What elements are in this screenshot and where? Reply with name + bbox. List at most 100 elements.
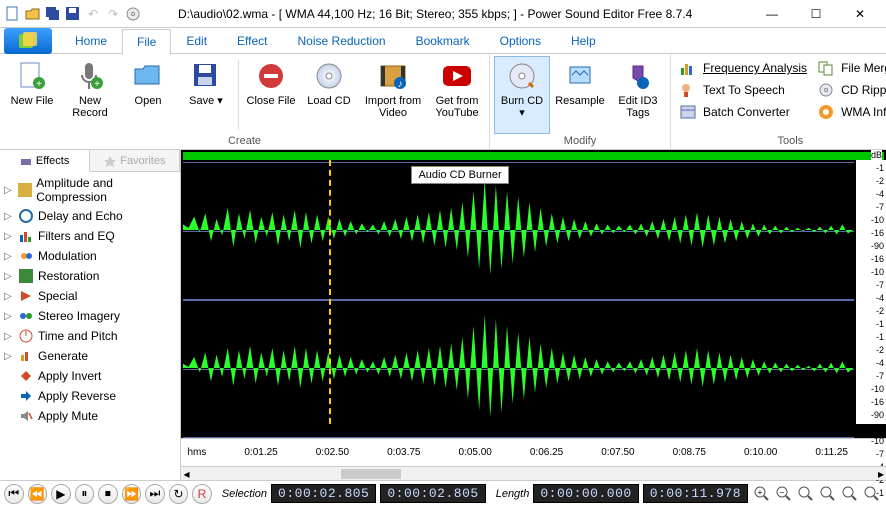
menu-effect[interactable]: Effect: [222, 28, 282, 54]
zoom-out-button[interactable]: −: [774, 484, 794, 504]
menu-noise-reduction[interactable]: Noise Reduction: [283, 28, 401, 54]
get-youtube-button[interactable]: Get from YouTube: [429, 56, 485, 134]
tree-item[interactable]: ▷Apply Mute: [0, 406, 180, 426]
load-cd-button[interactable]: Load CD: [301, 56, 357, 134]
zoom-fit-button[interactable]: [796, 484, 816, 504]
new-record-label: New Record: [65, 95, 115, 119]
sidebar-tab-effects[interactable]: Effects: [0, 150, 90, 172]
cd-ripper-button[interactable]: CD Ripper: [815, 80, 886, 100]
invert-icon: [18, 368, 34, 384]
selection-overview[interactable]: [183, 152, 884, 160]
ribbon-group-tools: Frequency Analysis Text To Speech Batch …: [671, 54, 886, 149]
tree-item[interactable]: ▷Filters and EQ: [0, 226, 180, 246]
menu-home[interactable]: Home: [60, 28, 122, 54]
resample-button[interactable]: Resample: [552, 56, 608, 134]
new-file-button[interactable]: +New File: [4, 56, 60, 134]
minimize-button[interactable]: —: [750, 0, 794, 28]
tree-item[interactable]: ▷Generate: [0, 346, 180, 366]
menu-file[interactable]: File: [122, 29, 171, 55]
get-youtube-label: Get from YouTube: [432, 95, 482, 119]
svg-text:+: +: [36, 79, 42, 90]
zoom-selection-button[interactable]: [818, 484, 838, 504]
ribbon-group-modify: Burn CD ▾ Resample Edit ID3 Tags Modify: [490, 54, 671, 149]
cd-icon[interactable]: [124, 5, 142, 23]
horizontal-scrollbar[interactable]: ◂ ▸: [181, 466, 886, 480]
waveform-area[interactable]: dB Audio CD Burner -1-2-4-7-10-16-90-16-…: [181, 150, 886, 480]
record-button[interactable]: R: [192, 484, 212, 504]
tree-item[interactable]: ▷Special: [0, 286, 180, 306]
frequency-analysis-label: Frequency Analysis: [703, 61, 807, 75]
loop-button[interactable]: ↻: [169, 484, 189, 504]
open-label: Open: [135, 95, 162, 107]
sidebar-tab-favorites[interactable]: Favorites: [90, 150, 180, 171]
skip-end-button[interactable]: ⏭: [145, 484, 165, 504]
filters-icon: [18, 228, 34, 244]
play-button[interactable]: ▶: [51, 484, 71, 504]
close-file-label: Close File: [247, 95, 296, 107]
open-icon[interactable]: [24, 5, 42, 23]
maximize-button[interactable]: ☐: [794, 0, 838, 28]
menu-bookmark[interactable]: Bookmark: [401, 28, 485, 54]
undo-icon[interactable]: ↶: [84, 5, 102, 23]
frequency-analysis-button[interactable]: Frequency Analysis: [677, 58, 809, 78]
tree-item[interactable]: ▷Restoration: [0, 266, 180, 286]
length-start-time: 0:00:00.000: [533, 484, 638, 503]
text-to-speech-button[interactable]: Text To Speech: [677, 80, 809, 100]
playhead-cursor[interactable]: [329, 160, 331, 424]
rewind-button[interactable]: ⏪: [28, 484, 48, 504]
redo-icon[interactable]: ↷: [104, 5, 122, 23]
new-record-button[interactable]: +New Record: [62, 56, 118, 134]
resample-label: Resample: [555, 95, 605, 107]
menu-edit[interactable]: Edit: [171, 28, 222, 54]
file-merger-button[interactable]: File Merger: [815, 58, 886, 78]
batch-converter-button[interactable]: Batch Converter: [677, 102, 809, 122]
tree-item[interactable]: ▷Modulation: [0, 246, 180, 266]
wma-info-button[interactable]: WMA Info: [815, 102, 886, 122]
group-create-title: Create: [4, 134, 485, 149]
scroll-thumb[interactable]: [341, 469, 401, 479]
modulation-icon: [18, 248, 34, 264]
window-title: D:\audio\02.wma - [ WMA 44,100 Hz; 16 Bi…: [142, 7, 750, 21]
save-all-icon[interactable]: [44, 5, 62, 23]
save-button[interactable]: Save ▾: [178, 56, 234, 134]
zoom-in-button[interactable]: +: [752, 484, 772, 504]
tree-item[interactable]: ▷Delay and Echo: [0, 206, 180, 226]
tree-item[interactable]: ▷Amplitude and Compression: [0, 174, 180, 206]
burn-cd-button[interactable]: Burn CD ▾: [494, 56, 550, 134]
channel-left[interactable]: [183, 162, 854, 300]
save-icon[interactable]: [64, 5, 82, 23]
workspace: Effects Favorites ▷Amplitude and Compres…: [0, 150, 886, 480]
channel-right[interactable]: [183, 300, 854, 438]
reverse-icon: [18, 388, 34, 404]
stop-button[interactable]: ⏹: [98, 484, 118, 504]
load-cd-label: Load CD: [307, 95, 350, 107]
tree-item[interactable]: ▷Time and Pitch: [0, 326, 180, 346]
restoration-icon: [18, 268, 34, 284]
sidebar: Effects Favorites ▷Amplitude and Compres…: [0, 150, 181, 480]
db-scale: -1-2-4-7-10-16-90-16-10-7-4-2-1 -1-2-4-7…: [856, 160, 886, 424]
edit-id3-button[interactable]: Edit ID3 Tags: [610, 56, 666, 134]
close-button[interactable]: ✕: [838, 0, 882, 28]
selection-start-time: 0:00:02.805: [271, 484, 376, 503]
tree-item[interactable]: ▷Apply Invert: [0, 366, 180, 386]
menu-help[interactable]: Help: [556, 28, 611, 54]
quick-access-toolbar: ↶ ↷: [4, 5, 142, 23]
effects-tree[interactable]: ▷Amplitude and Compression ▷Delay and Ec…: [0, 172, 180, 480]
forward-button[interactable]: ⏩: [122, 484, 142, 504]
batch-converter-label: Batch Converter: [703, 105, 790, 119]
tree-item[interactable]: ▷Apply Reverse: [0, 386, 180, 406]
menu-options[interactable]: Options: [485, 28, 556, 54]
open-button[interactable]: Open: [120, 56, 176, 134]
time-unit: hms: [187, 447, 206, 458]
save-label: Save ▾: [189, 95, 223, 107]
pause-button[interactable]: ⏸: [75, 484, 95, 504]
svg-text:+: +: [758, 488, 763, 497]
app-logo[interactable]: [4, 28, 52, 54]
special-icon: [18, 288, 34, 304]
sidebar-tabs: Effects Favorites: [0, 150, 180, 172]
close-file-button[interactable]: Close File: [243, 56, 299, 134]
tree-item[interactable]: ▷Stereo Imagery: [0, 306, 180, 326]
new-icon[interactable]: [4, 5, 22, 23]
skip-start-button[interactable]: ⏮: [4, 484, 24, 504]
import-video-button[interactable]: ♪Import from Video: [359, 56, 427, 134]
